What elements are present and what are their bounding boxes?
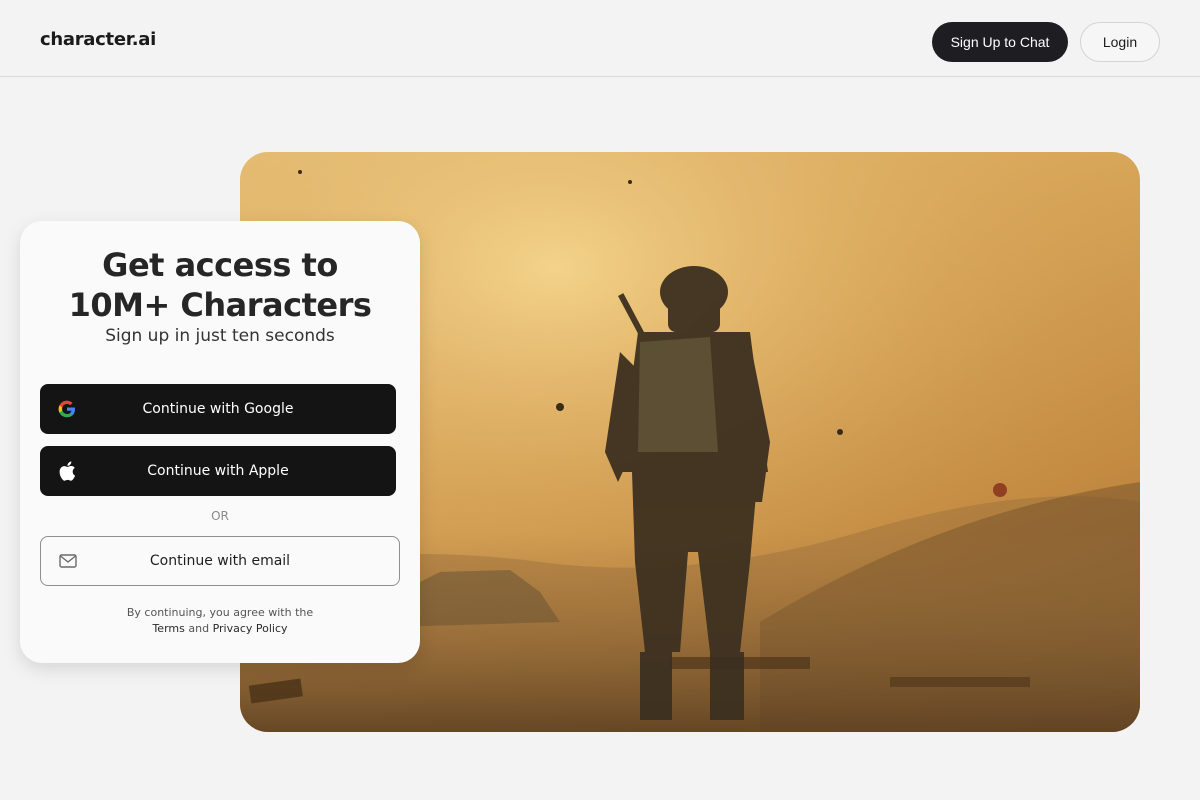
apple-button-label: Continue with Apple [147, 463, 289, 479]
continue-with-email-button[interactable]: Continue with email [40, 536, 400, 586]
card-title-line1: Get access to [102, 246, 338, 284]
signup-card: Get access to 10M+ Characters Sign up in… [20, 221, 420, 663]
legal-text: By continuing, you agree with the Terms … [20, 605, 420, 637]
or-divider: OR [211, 509, 229, 523]
google-icon [57, 399, 77, 419]
card-subtitle: Sign up in just ten seconds [105, 326, 335, 346]
top-bar: character.ai Sign Up to Chat Login [0, 0, 1200, 77]
login-button[interactable]: Login [1080, 22, 1160, 62]
and-text: and [188, 622, 210, 635]
google-button-label: Continue with Google [142, 401, 294, 417]
signup-button[interactable]: Sign Up to Chat [932, 22, 1068, 62]
card-title-line2: 10M+ Characters [68, 286, 372, 324]
mail-icon [59, 554, 77, 568]
email-button-label: Continue with email [149, 553, 291, 569]
apple-icon [57, 461, 77, 481]
privacy-policy-link[interactable]: Privacy Policy [213, 622, 288, 635]
legal-line1: By continuing, you agree with the [126, 606, 314, 619]
card-title: Get access to 10M+ Characters [20, 245, 420, 325]
legal-line2: Terms and Privacy Policy [20, 621, 420, 637]
continue-with-apple-button[interactable]: Continue with Apple [40, 446, 396, 496]
continue-with-google-button[interactable]: Continue with Google [40, 384, 396, 434]
logo[interactable]: character.ai [40, 29, 156, 50]
terms-link[interactable]: Terms [152, 622, 184, 635]
